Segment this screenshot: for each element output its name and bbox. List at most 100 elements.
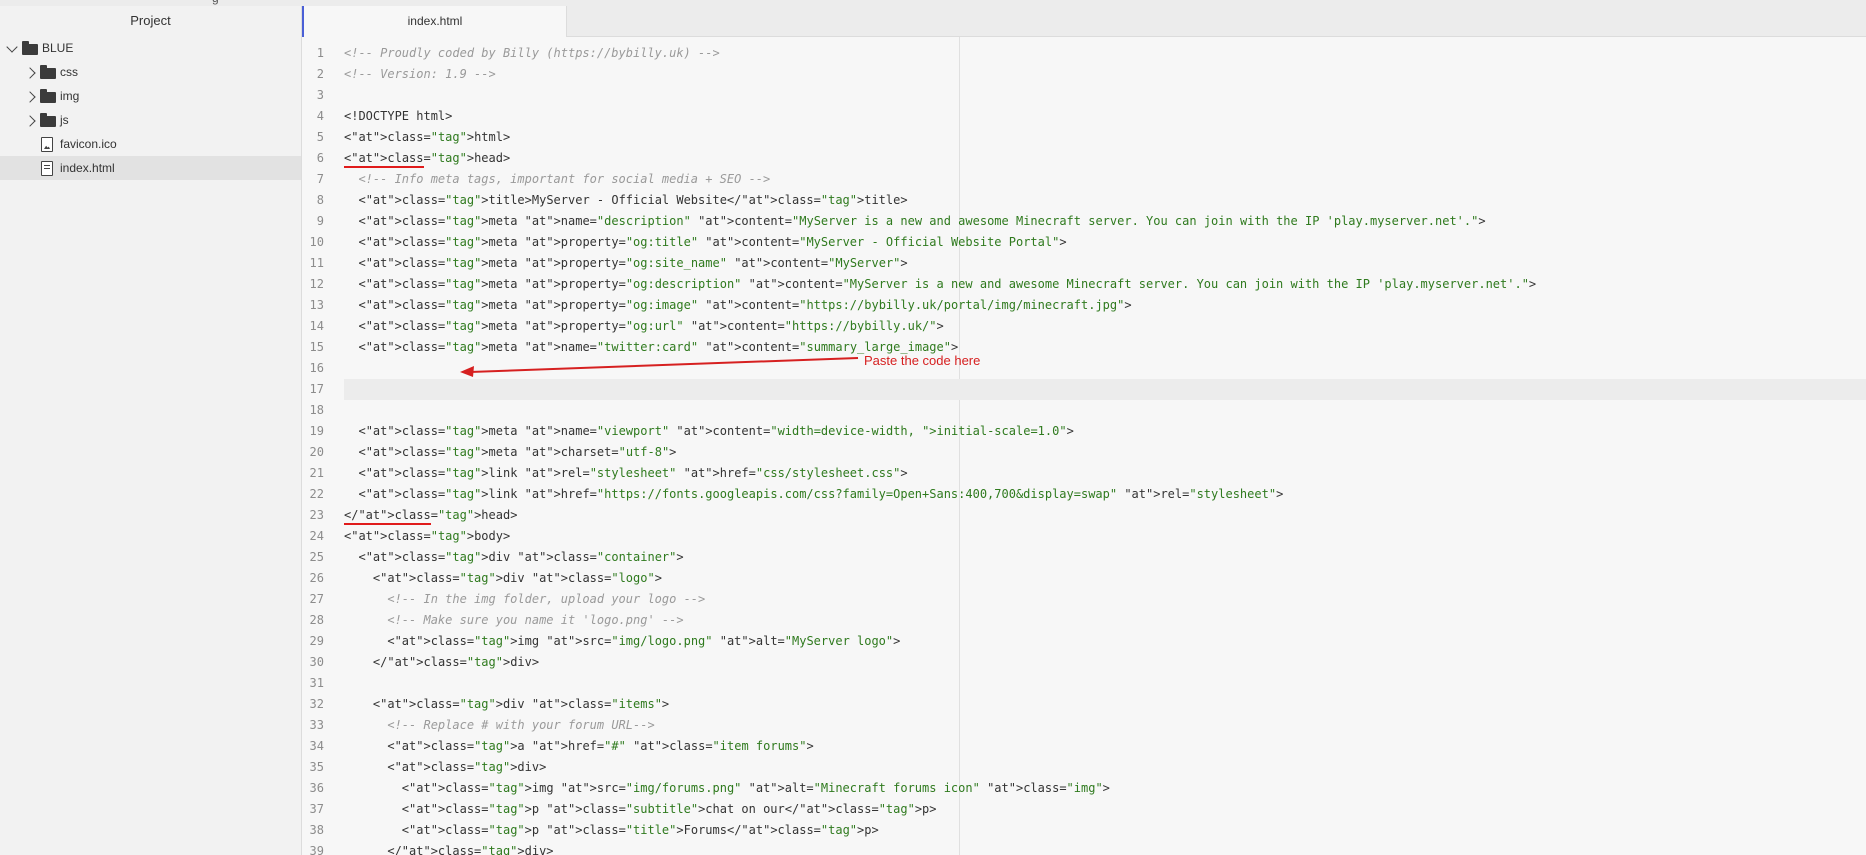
column-ruler [959, 37, 960, 855]
line-number: 19 [309, 424, 324, 438]
code-text: <!-- Make sure you name it 'logo.png' --… [387, 613, 684, 627]
line-number: 37 [309, 802, 324, 816]
code-text: <!-- Replace # with your forum URL--> [387, 718, 655, 732]
chevron-right-icon[interactable] [24, 115, 36, 127]
tree-item-label: BLUE [42, 41, 74, 55]
code-text: <!DOCTYPE html> [344, 109, 453, 123]
clipped-title-text: g [212, 0, 219, 5]
sidebar-title: Project [130, 13, 171, 28]
tree-item-blue[interactable]: BLUE [0, 36, 301, 60]
tree-item-label: css [60, 65, 78, 79]
code-text: <"at">class="tag">div "at">class="contai… [344, 550, 684, 564]
line-number: 13 [309, 298, 324, 312]
line-number: 16 [309, 361, 324, 375]
code-text: <!-- Proudly coded by Billy (https://byb… [344, 46, 720, 60]
line-number: 14 [309, 319, 324, 333]
code-text: <"at">class="tag">link "at">rel="stylesh… [344, 466, 908, 480]
line-number: 12 [309, 277, 324, 291]
chevron-right-icon[interactable] [24, 67, 36, 79]
code-text: <"at">class="tag">meta "at">property="og… [344, 298, 1132, 312]
line-number: 34 [309, 739, 324, 753]
line-number: 27 [309, 592, 324, 606]
line-number: 7 [316, 172, 324, 186]
tab-index-html[interactable]: index.html [302, 6, 567, 37]
line-number: 32 [309, 697, 324, 711]
code-text: <"at">class="tag">meta "at">property="og… [344, 235, 1067, 249]
code-text: <"at">class="tag">div> [344, 760, 547, 774]
tree-item-css[interactable]: css [0, 60, 301, 84]
line-number: 4 [316, 109, 324, 123]
tree-item-js[interactable]: js [0, 108, 301, 132]
line-number: 35 [309, 760, 324, 774]
code-text: <"at">class="tag">meta "at">property="og… [344, 277, 1537, 291]
code-text: <"at">class="tag">meta "at">property="og… [344, 319, 944, 333]
line-number: 25 [309, 550, 324, 564]
code-text: <"at">class="tag">a "at">href="#" "at">c… [344, 739, 814, 753]
chevron-right-icon[interactable] [24, 91, 36, 103]
tree-item-label: js [60, 113, 69, 127]
code-text: <!-- Info meta tags, important for socia… [358, 172, 771, 186]
line-number: 6 [316, 151, 324, 165]
line-number: 28 [309, 613, 324, 627]
tree-item-index-html[interactable]: index.html [0, 156, 301, 180]
code-text: <"at">class="tag">head> [344, 148, 510, 169]
line-number: 9 [316, 214, 324, 228]
chevron-down-icon[interactable] [6, 41, 18, 53]
image-file-icon [41, 137, 53, 152]
code-text: <"at">class="tag">meta "at">name="descri… [344, 214, 1486, 228]
line-number: 11 [309, 256, 324, 270]
tree-item-label: index.html [60, 161, 115, 175]
code-text: <"at">class="tag">p "at">class="subtitle… [344, 802, 937, 816]
folder-icon [40, 113, 56, 127]
code-text: <"at">class="tag">html> [344, 130, 511, 144]
tree-item-label: img [60, 89, 80, 103]
code-text: <"at">class="tag">div "at">class="logo"> [344, 571, 662, 585]
folder-icon [40, 65, 56, 79]
code-text: <"at">class="tag">meta "at">property="og… [344, 256, 908, 270]
code-text: </"at">class="tag">head> [344, 505, 517, 526]
line-number: 38 [309, 823, 324, 837]
line-number: 15 [309, 340, 324, 354]
annotation-arrow-icon [460, 357, 859, 377]
code-text: <"at">class="tag">img "at">src="img/logo… [344, 634, 901, 648]
code-text: <"at">class="tag">link "at">href="https:… [344, 487, 1284, 501]
line-number: 8 [316, 193, 324, 207]
line-number: 20 [309, 445, 324, 459]
line-number: 24 [309, 529, 324, 543]
annotation-note: Paste the code here [864, 353, 981, 368]
code-text: <"at">class="tag">p "at">class="title">F… [344, 823, 879, 837]
line-number: 2 [316, 67, 324, 81]
code-editor[interactable]: 1 <!-- Proudly coded by Billy (https://by… [302, 37, 1866, 855]
code-text: <"at">class="tag">img "at">src="img/foru… [344, 781, 1110, 795]
line-number: 18 [309, 403, 324, 417]
tab-label: index.html [407, 14, 463, 28]
line-number: 31 [309, 676, 324, 690]
line-number: 33 [309, 718, 324, 732]
tree-item-label: favicon.ico [60, 137, 117, 151]
line-number: 21 [309, 466, 324, 480]
line-number: 26 [309, 571, 324, 585]
code-text: <!-- In the img folder, upload your logo… [387, 592, 706, 606]
tree-item-favicon-ico[interactable]: favicon.ico [0, 132, 301, 156]
line-number: 3 [316, 88, 324, 102]
tree-item-img[interactable]: img [0, 84, 301, 108]
folder-icon [40, 89, 56, 103]
line-number: 30 [309, 655, 324, 669]
project-sidebar: Project BLUE css img js favicon.ico index.htm… [0, 6, 302, 855]
line-number: 36 [309, 781, 324, 795]
line-number: 39 [309, 844, 324, 855]
line-number: 23 [309, 508, 324, 522]
line-number: 29 [309, 634, 324, 648]
editor-tab-bar: index.html [302, 6, 1866, 37]
code-text: </"at">class="tag">div> [344, 844, 554, 855]
code-text: <"at">class="tag">title>MyServer - Offic… [344, 193, 908, 207]
line-number: 17 [309, 382, 324, 396]
line-number: 22 [309, 487, 324, 501]
code-text: <"at">class="tag">div "at">class="items"… [344, 697, 670, 711]
text-file-icon [41, 161, 53, 176]
code-text: <!-- Version: 1.9 --> [344, 67, 496, 81]
line-number: 1 [316, 46, 324, 60]
line-number: 5 [316, 130, 324, 144]
code-text: <"at">class="tag">meta "at">charset="utf… [344, 445, 677, 459]
folder-icon [22, 41, 38, 55]
